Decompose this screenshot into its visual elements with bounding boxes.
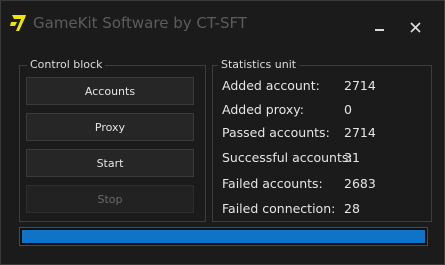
minimize-icon [374, 29, 384, 31]
statistics-unit-label: Statistics unit [218, 58, 300, 72]
start-button[interactable]: Start [26, 149, 194, 177]
minimize-button[interactable] [369, 17, 389, 37]
close-button[interactable] [405, 17, 425, 37]
stat-value: 2714 [344, 125, 376, 140]
stat-label: Added account: [222, 78, 320, 93]
control-block-label: Control block [27, 58, 106, 72]
stat-label: Successful accounts: [222, 150, 353, 165]
title-bar[interactable]: GameKit Software by CT-SFT [1, 1, 444, 49]
stop-button[interactable]: Stop [26, 185, 194, 213]
main-window: GameKit Software by CT-SFT Control block… [0, 0, 445, 265]
stat-value: 2714 [344, 78, 376, 93]
progress-bar [19, 227, 428, 246]
stat-value: 31 [344, 150, 360, 165]
stat-value: 2683 [344, 176, 376, 191]
stat-label: Added proxy: [222, 102, 304, 117]
close-icon [409, 21, 421, 33]
stat-value: 0 [344, 102, 352, 117]
stat-label: Passed accounts: [222, 125, 330, 140]
progress-bar-fill [22, 230, 425, 243]
window-title: GameKit Software by CT-SFT [33, 14, 248, 32]
accounts-button[interactable]: Accounts [26, 77, 194, 105]
stat-label: Failed connection: [222, 201, 336, 216]
proxy-button[interactable]: Proxy [26, 113, 194, 141]
stat-value: 28 [344, 201, 360, 216]
statistics-unit-group: Statistics unit Added account: 2714 Adde… [212, 58, 432, 222]
app-logo-icon [10, 13, 28, 33]
stat-label: Failed accounts: [222, 176, 323, 191]
control-block-group: Control block Accounts Proxy Start Stop [19, 58, 206, 222]
